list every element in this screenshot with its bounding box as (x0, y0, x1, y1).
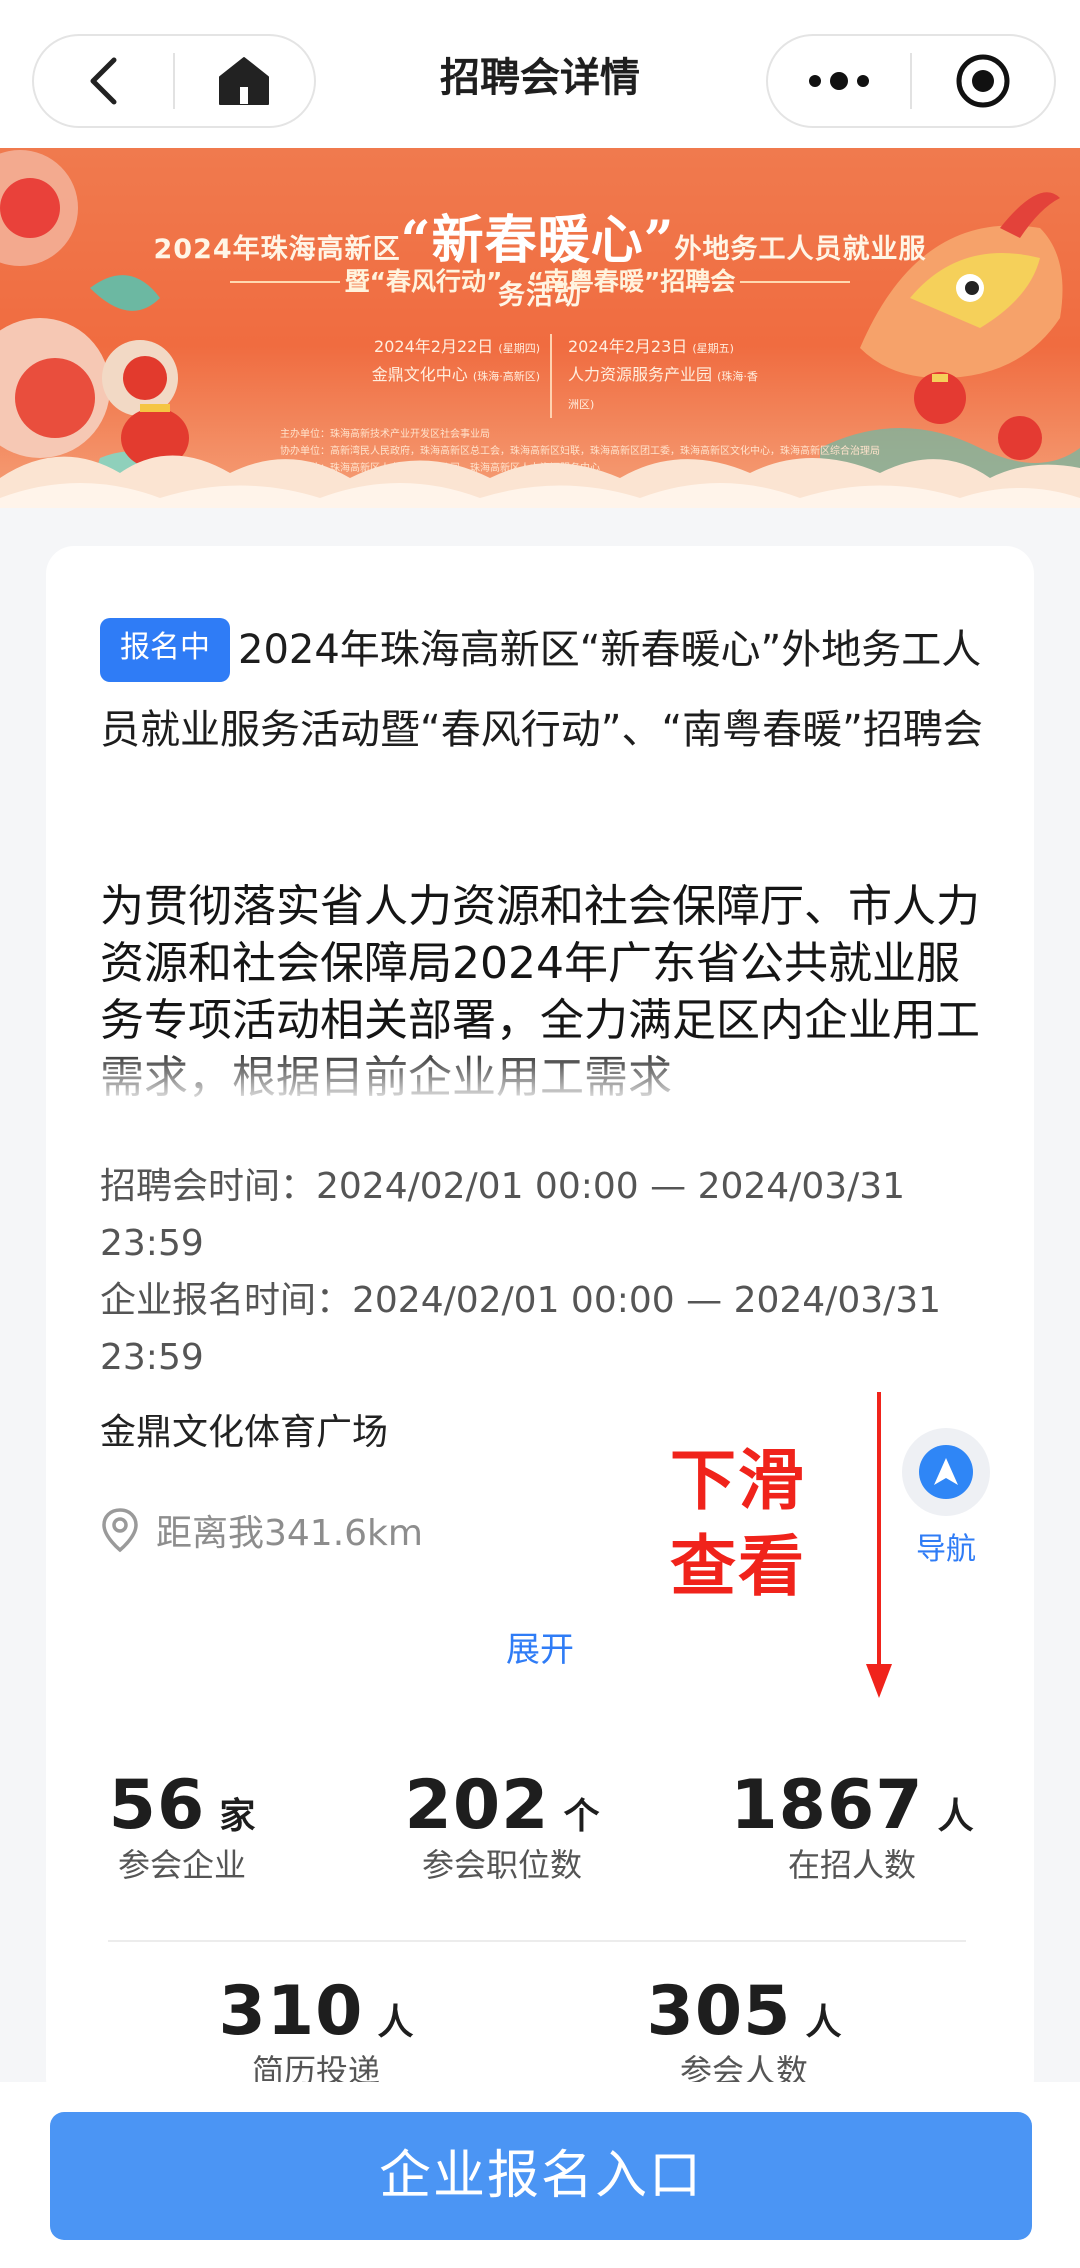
home-icon (219, 57, 270, 105)
event-title: 2024年珠海高新区“新春暖心”外地务工人员就业服务活动暨“春风行动”、“南粤春… (100, 627, 983, 753)
close-miniprogram-button[interactable] (912, 36, 1054, 126)
stat-value: 1867 (730, 1766, 924, 1845)
event-title-block: 报名中 2024年珠海高新区“新春暖心”外地务工人员就业服务活动暨“春风行动”、“… (100, 610, 990, 770)
stat-unit: 个 (563, 1796, 600, 1837)
navigate-icon-circle (902, 1428, 990, 1516)
stat-unit: 人 (805, 2002, 842, 2043)
location-pin-icon (102, 1508, 138, 1553)
event-banner: 2024年珠海高新区“新春暖心”外地务工人员就业服务活动 暨“春风行动”、“南粤… (0, 148, 1080, 508)
event-detail-card: 报名中 2024年珠海高新区“新春暖心”外地务工人员就业服务活动暨“春风行动”、“… (46, 546, 1034, 2106)
stat-companies: 56 家 参会企业 (82, 1766, 282, 1885)
fair-time: 招聘会时间：2024/02/01 00:00 — 2024/03/31 23:5… (100, 1166, 906, 1264)
signup-time: 企业报名时间：2024/02/01 00:00 — 2024/03/31 23:… (100, 1280, 942, 1378)
stat-label: 参会职位数 (421, 1846, 582, 1884)
cloud-decoration (0, 455, 1080, 508)
banner-date-left-text: 2024年2月22日 (374, 337, 494, 356)
banner-date-right-note: (星期五) (692, 342, 734, 355)
stat-value: 305 (646, 1972, 792, 2051)
expand-button[interactable]: 展开 (46, 1622, 1034, 1671)
scroll-hint-annotation: 下滑 查看 (670, 1438, 830, 1610)
banner-date-left-note: (星期四) (498, 342, 540, 355)
stat-value: 202 (404, 1766, 550, 1845)
banner-place-left-note: (珠海·高新区) (472, 370, 540, 383)
navigate-icon-inner (919, 1445, 973, 1499)
banner-date-right: 2024年2月23日 (星期五) 人力资源服务产业园 (珠海·香洲区) (550, 334, 760, 418)
chevron-left-icon (90, 57, 116, 105)
stat-unit: 人 (937, 1796, 974, 1837)
miniprogram-capsule (766, 34, 1056, 128)
banner-date-left: 2024年2月22日 (星期四) 金鼎文化中心 (珠海·高新区) (340, 334, 550, 418)
more-dots-icon (809, 72, 869, 90)
banner-dates: 2024年2月22日 (星期四) 金鼎文化中心 (珠海·高新区) 2024年2月… (340, 334, 760, 418)
home-button[interactable] (175, 36, 314, 126)
stat-resumes: 310 人 简历投递 (206, 1972, 426, 2091)
stat-label: 在招人数 (787, 1846, 916, 1884)
scroll-hint-line: 查看 (670, 1528, 806, 1605)
top-navigation-bar: 招聘会详情 (0, 0, 1080, 148)
stat-attendees: 305 人 参会人数 (634, 1972, 854, 2091)
back-button[interactable] (34, 36, 173, 126)
intro-fade-overlay (86, 1054, 1006, 1134)
navigation-arrow-icon (934, 1458, 958, 1485)
banner-subline: 暨“春风行动”、“南粤春暖”招聘会 (230, 260, 850, 304)
navigate-button[interactable]: 导航 (886, 1428, 1006, 1568)
stat-unit: 家 (219, 1796, 256, 1837)
stat-value: 310 (218, 1972, 364, 2051)
banner-date-right-text: 2024年2月23日 (568, 337, 688, 356)
stat-value: 56 (108, 1766, 206, 1845)
banner-place-right: 人力资源服务产业园 (568, 365, 713, 384)
time-block: 招聘会时间：2024/02/01 00:00 — 2024/03/31 23:5… (100, 1158, 1000, 1386)
bottom-action-bar: 企业报名入口 (0, 2082, 1080, 2268)
stats-divider (108, 1940, 966, 1942)
scroll-hint-line: 下滑 (670, 1442, 806, 1519)
stat-positions: 202 个 参会职位数 (382, 1766, 622, 1885)
navigate-label: 导航 (916, 1532, 976, 1567)
page-title: 招聘会详情 (440, 55, 640, 101)
stat-openings: 1867 人 在招人数 (722, 1766, 982, 1885)
company-signup-button[interactable]: 企业报名入口 (50, 2112, 1032, 2240)
venue-name: 金鼎文化体育广场 (100, 1412, 389, 1453)
banner-place-left: 金鼎文化中心 (371, 365, 468, 384)
target-icon (956, 54, 1010, 108)
stat-unit: 人 (377, 2002, 414, 2043)
nav-capsule (32, 34, 316, 128)
distance-text: 距离我341.6km (156, 1513, 423, 1554)
more-button[interactable] (768, 36, 910, 126)
stat-label: 参会企业 (117, 1846, 246, 1884)
distance-row: 距离我341.6km (100, 1504, 423, 1556)
status-badge: 报名中 (100, 618, 230, 682)
